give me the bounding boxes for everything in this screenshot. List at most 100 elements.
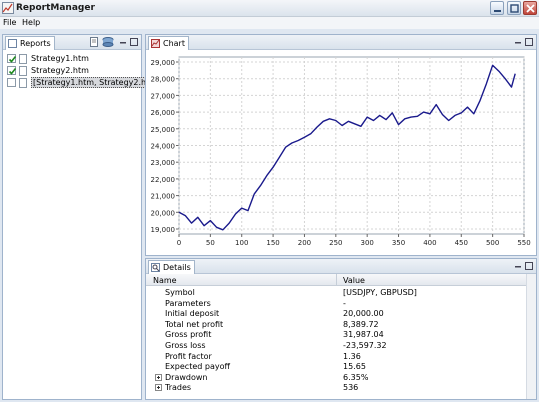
y-tick-label: 20,000 (151, 209, 176, 217)
report-label-2: Strategy2.htm (31, 66, 89, 75)
minimize-panel-icon[interactable] (514, 262, 522, 270)
x-tick-label: 400 (423, 239, 436, 247)
x-tick-label: 250 (329, 239, 342, 247)
row-name: Expected payoff (165, 362, 230, 372)
row-value: 15.65 (343, 362, 366, 372)
report-label-1: Strategy1.htm (31, 54, 89, 63)
chart-panel: Chart 19,000 20,000 21,000 22,000 23,000 24,0… (145, 34, 537, 256)
x-tick-label: 550 (517, 239, 530, 247)
details-scrollbar[interactable] (526, 274, 536, 399)
y-tick-label: 27,000 (151, 92, 176, 100)
document-icon (19, 78, 27, 88)
menu-file[interactable]: File (3, 18, 16, 27)
row-name: Profit factor (165, 351, 212, 361)
row-name: Trades (165, 383, 192, 393)
document-icon (19, 66, 27, 76)
maximize-panel-icon[interactable] (525, 38, 533, 46)
row-value: - (343, 298, 346, 308)
row-value: -23,597.32 (343, 341, 387, 350)
table-row: Profit factor 1.36 (146, 352, 526, 362)
menu-bar: File Help (0, 17, 539, 29)
table-row[interactable]: Drawdown 6.35% (146, 373, 526, 383)
report-label-3: [Strategy1.htm, Strategy2.htm] (31, 77, 163, 88)
column-value[interactable]: Value (343, 276, 365, 285)
tab-details[interactable]: Details (148, 260, 195, 274)
report-item-3[interactable]: [Strategy1.htm, Strategy2.htm] (7, 77, 163, 89)
minimize-panel-icon[interactable] (514, 38, 522, 46)
y-tick-label: 25,000 (151, 126, 176, 134)
row-value: 20,000.00 (343, 309, 384, 319)
equity-chart: 19,000 20,000 21,000 22,000 23,000 24,000 25,0… (151, 56, 531, 247)
table-row: Symbol [USDJPY, GBPUSD] (146, 288, 526, 298)
report-item-2[interactable]: Strategy2.htm (7, 66, 139, 77)
chart-panel-header: Chart (146, 35, 536, 50)
close-button[interactable] (523, 1, 537, 15)
table-row: Parameters - (146, 299, 526, 309)
report-checkbox-1[interactable] (7, 54, 17, 63)
row-value: 536 (343, 383, 359, 393)
menu-help[interactable]: Help (22, 18, 40, 27)
x-tick-label: 50 (206, 239, 215, 247)
details-table-header: Name Value (146, 274, 536, 286)
chart-icon (151, 39, 160, 48)
x-tick-label: 0 (177, 239, 181, 247)
x-tick-label: 100 (235, 239, 248, 247)
tab-details-label: Details (163, 263, 191, 272)
row-value: 31,987.04 (343, 330, 384, 340)
database-icon[interactable] (102, 37, 114, 47)
table-row: Initial deposit 20,000.00 (146, 309, 526, 319)
expand-icon[interactable] (155, 373, 162, 381)
row-name: Total net profit (165, 319, 224, 329)
y-tick-label: 26,000 (151, 109, 176, 117)
details-icon (151, 263, 160, 272)
row-value: 6.35% (343, 372, 369, 382)
x-tick-label: 350 (392, 239, 405, 247)
tab-reports[interactable]: Reports (5, 36, 55, 50)
y-tick-label: 24,000 (151, 143, 176, 151)
row-name: Parameters (165, 298, 211, 308)
report-checkbox-3[interactable] (7, 78, 16, 87)
document-icon (19, 54, 27, 64)
tab-reports-label: Reports (20, 39, 51, 48)
x-tick-label: 450 (455, 239, 468, 247)
title-bar: ReportManager (0, 0, 539, 17)
minimize-button[interactable] (490, 1, 504, 15)
minimize-panel-icon[interactable] (119, 38, 127, 46)
y-tick-label: 28,000 (151, 76, 176, 84)
y-tick-label: 21,000 (151, 193, 176, 201)
row-name: Gross loss (165, 341, 206, 350)
row-name: Gross profit (165, 330, 212, 340)
reports-panel-header: Reports (3, 35, 141, 50)
row-name: Initial deposit (165, 309, 220, 319)
report-checkbox-2[interactable] (7, 66, 17, 75)
table-row: Expected payoff 15.65 (146, 362, 526, 372)
new-report-icon[interactable] (89, 37, 99, 47)
maximize-panel-icon[interactable] (130, 38, 138, 46)
row-name: Drawdown (165, 372, 208, 382)
x-tick-label: 300 (360, 239, 373, 247)
app-icon (2, 2, 14, 14)
y-tick-label: 22,000 (151, 176, 176, 184)
maximize-button[interactable] (507, 1, 521, 15)
row-name: Symbol (165, 288, 195, 297)
report-item-1[interactable]: Strategy1.htm (7, 54, 139, 65)
table-row[interactable]: Trades 536 (146, 383, 526, 393)
x-tick-label: 200 (298, 239, 311, 247)
tab-chart-label: Chart (163, 39, 185, 48)
reports-icon (8, 39, 17, 48)
row-value: [USDJPY, GBPUSD] (343, 288, 417, 297)
table-row: Gross profit 31,987.04 (146, 330, 526, 340)
reports-panel: Reports Strategy1.htm Strategy2.htm [Str… (2, 34, 163, 400)
maximize-panel-icon[interactable] (525, 262, 533, 270)
column-name[interactable]: Name (153, 276, 177, 285)
row-value: 8,389.72 (343, 319, 379, 329)
table-row: Total net profit 8,389.72 (146, 320, 526, 330)
expand-icon[interactable] (155, 384, 162, 392)
y-tick-label: 23,000 (151, 159, 176, 167)
y-tick-label: 19,000 (151, 226, 176, 234)
table-row: Gross loss -23,597.32 (146, 341, 526, 351)
tab-chart[interactable]: Chart (148, 36, 189, 50)
row-value: 1.36 (343, 351, 361, 361)
details-panel-header: Details (146, 259, 536, 274)
y-tick-label: 29,000 (151, 59, 176, 67)
